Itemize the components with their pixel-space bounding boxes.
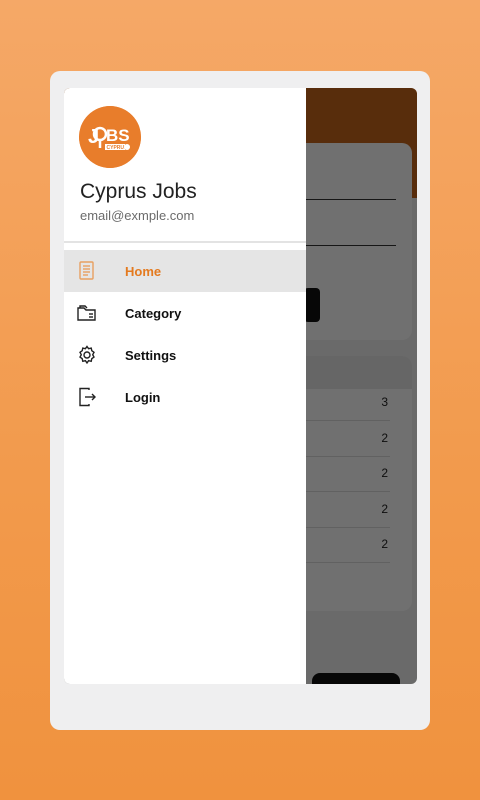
svg-text:BS: BS <box>106 126 130 145</box>
menu-item-category[interactable]: Category <box>64 292 306 334</box>
drawer-divider <box>64 241 306 243</box>
menu-label-category: Category <box>125 305 182 321</box>
login-icon <box>76 386 98 408</box>
menu-label-settings: Settings <box>125 347 177 363</box>
app-name: Cyprus Jobs <box>80 180 197 203</box>
folders-icon <box>76 302 98 324</box>
document-list-icon <box>76 260 98 282</box>
app-screen: 3 2 2 2 2 J BS CYPRUS Cyprus Jobs email@… <box>64 88 417 684</box>
menu-label-login: Login <box>125 389 161 405</box>
menu-item-home[interactable]: Home <box>64 250 306 292</box>
menu-item-settings[interactable]: Settings <box>64 334 306 376</box>
gear-icon <box>76 344 98 366</box>
app-logo: J BS CYPRUS <box>79 106 141 168</box>
user-email: email@exmple.com <box>80 208 195 223</box>
menu-label-home: Home <box>125 263 162 279</box>
navigation-drawer: J BS CYPRUS Cyprus Jobs email@exmple.com <box>64 88 306 684</box>
menu-item-login[interactable]: Login <box>64 376 306 418</box>
